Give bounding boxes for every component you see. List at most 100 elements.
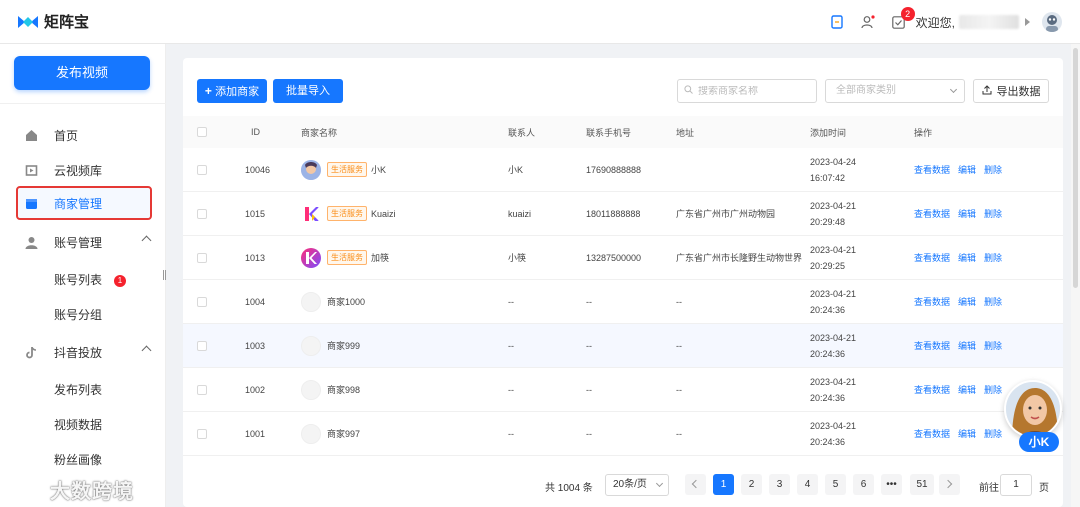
merchant-name-cell: 商家999 [301, 324, 360, 367]
page-number-button[interactable]: 1 [713, 474, 734, 495]
table-row[interactable]: 1001 商家997 -- -- -- 2023-04-21 20:24:36 查看数据 编辑删… [183, 412, 1063, 456]
add-merchant-button[interactable]: + 添加商家 [197, 79, 267, 103]
edit-link[interactable]: 编辑 [958, 207, 976, 220]
chevron-up-icon[interactable] [141, 235, 152, 246]
delete-link[interactable]: 删除 [984, 383, 1002, 396]
table-row[interactable]: 1015 生活服务 Kuaizi kuaizi 18011888888 广东省广州市广州动… [183, 192, 1063, 236]
page-number-button[interactable]: 51 [910, 474, 934, 495]
view-data-link[interactable]: 查看数据 [914, 427, 950, 440]
column-header-added-time: 添加时间 [810, 127, 847, 138]
edit-link[interactable]: 编辑 [958, 339, 976, 352]
column-header-contact: 联系人 [508, 127, 536, 138]
welcome-text: 欢迎您, [915, 15, 955, 30]
merchant-name: 加筷 [371, 253, 390, 263]
sidebar-item-home[interactable]: 首页 [16, 118, 152, 152]
view-data-link[interactable]: 查看数据 [914, 339, 950, 352]
category-tag: 生活服务 [327, 206, 367, 221]
sidebar-subitem-video-data[interactable]: 视频数据 [54, 416, 102, 434]
pagination-total: 共 1004 条 [545, 483, 593, 494]
sidebar-item-merchant-management[interactable]: 商家管理 [16, 186, 152, 220]
sidebar-resize-handle[interactable] [163, 270, 166, 280]
document-icon[interactable] [830, 15, 844, 29]
sidebar-subitem-account-list[interactable]: 账号列表 1 [54, 271, 127, 289]
table-row[interactable]: 1013 生活服务 加筷 小筷 13287500000 广东省广州市长隆野生动物世界 202… [183, 236, 1063, 280]
prev-page-button[interactable] [685, 474, 706, 495]
merchant-search-input[interactable] [698, 85, 808, 97]
view-data-link[interactable]: 查看数据 [914, 251, 950, 264]
sidebar-item-douyin-ads[interactable]: 抖音投放 [16, 335, 152, 369]
sidebar-subitem-account-group[interactable]: 账号分组 [54, 306, 102, 324]
view-data-link[interactable]: 查看数据 [914, 207, 950, 220]
page-number-button[interactable]: 6 [853, 474, 874, 495]
merchant-search-field[interactable] [677, 79, 817, 103]
table-row[interactable]: 1003 商家999 -- -- -- 2023-04-21 20:24:36 查看数据 编辑删… [183, 324, 1063, 368]
table-row[interactable]: 1004 商家1000 -- -- -- 2023-04-21 20:24:36 查看数据 编辑… [183, 280, 1063, 324]
edit-link[interactable]: 编辑 [958, 427, 976, 440]
page-size-select[interactable]: 20条/页 [605, 474, 669, 496]
edit-link[interactable]: 编辑 [958, 251, 976, 264]
row-checkbox[interactable] [197, 428, 207, 439]
table-row[interactable]: 10046 生活服务 小K 小K 17690888888 2023-04-24 16:07:… [183, 148, 1063, 192]
merchant-name-cell: 生活服务 Kuaizi [301, 192, 396, 235]
scrollbar-thumb[interactable] [1073, 48, 1078, 288]
row-checkbox[interactable] [197, 208, 207, 219]
merchant-category-select[interactable]: 全部商家类别 [825, 79, 965, 103]
added-date: 2023-04-21 [810, 200, 857, 211]
column-header-phone: 联系手机号 [586, 127, 632, 138]
row-checkbox[interactable] [197, 340, 207, 351]
view-data-link[interactable]: 查看数据 [914, 383, 950, 396]
sidebar-item-account-management[interactable]: 账号管理 [16, 225, 152, 259]
goto-page-input[interactable]: 1 [1000, 474, 1032, 496]
row-actions: 查看数据 编辑 删除 [914, 236, 1010, 279]
task-check-icon[interactable]: 2 [892, 7, 915, 29]
merchant-name-cell: 生活服务 小K [301, 148, 386, 191]
merchant-id: 1003 [245, 340, 266, 351]
batch-import-button[interactable]: 批量导入 [273, 79, 343, 103]
view-data-link[interactable]: 查看数据 [914, 295, 950, 308]
select-all-checkbox[interactable] [197, 127, 207, 137]
edit-link[interactable]: 编辑 [958, 163, 976, 176]
edit-link[interactable]: 编辑 [958, 383, 976, 396]
page-number-button[interactable]: 5 [825, 474, 846, 495]
user-avatar[interactable] [1042, 12, 1062, 32]
delete-link[interactable]: 删除 [984, 339, 1002, 352]
view-data-link[interactable]: 查看数据 [914, 163, 950, 176]
sidebar-subitem-fan-profile[interactable]: 粉丝画像 [54, 451, 102, 469]
row-checkbox[interactable] [197, 384, 207, 395]
merchant-added-time: 2023-04-21 20:24:36 [810, 412, 856, 455]
sidebar-divider [0, 103, 166, 104]
merchant-contact: 小K [508, 165, 524, 175]
merchant-phone: -- [586, 296, 592, 307]
row-checkbox[interactable] [197, 296, 207, 307]
delete-link[interactable]: 删除 [984, 163, 1002, 176]
row-checkbox[interactable] [197, 164, 207, 175]
added-clock: 20:24:36 [810, 436, 846, 447]
added-clock: 20:24:36 [810, 348, 846, 359]
merchant-name-cell: 商家998 [301, 368, 360, 411]
caret-right-icon[interactable] [1025, 18, 1030, 26]
chevron-left-icon [691, 479, 701, 489]
page-ellipsis[interactable]: ••• [881, 474, 902, 495]
sidebar-item-video-library[interactable]: 云视频库 [16, 153, 152, 187]
sidebar-subitem-publish-list[interactable]: 发布列表 [54, 381, 102, 399]
sidebar-subitem-label: 账号列表 [54, 273, 103, 287]
export-data-button[interactable]: 导出数据 [973, 79, 1049, 103]
chevron-up-icon[interactable] [141, 345, 152, 356]
delete-link[interactable]: 删除 [984, 251, 1002, 264]
user-alert-icon[interactable] [861, 15, 875, 29]
brand[interactable]: 矩阵宝 [18, 11, 89, 32]
assistant-widget[interactable]: 小K [1004, 380, 1064, 456]
delete-link[interactable]: 删除 [984, 207, 1002, 220]
delete-link[interactable]: 删除 [984, 295, 1002, 308]
delete-link[interactable]: 删除 [984, 427, 1002, 440]
publish-video-button[interactable]: 发布视频 [14, 56, 150, 90]
edit-link[interactable]: 编辑 [958, 295, 976, 308]
next-page-button[interactable] [939, 474, 960, 495]
page-number-button[interactable]: 4 [797, 474, 818, 495]
page-number-button[interactable]: 2 [741, 474, 762, 495]
page-scrollbar[interactable] [1071, 44, 1080, 507]
assistant-avatar[interactable] [1004, 380, 1062, 438]
table-row[interactable]: 1002 商家998 -- -- -- 2023-04-21 20:24:36 查看数据 编辑删… [183, 368, 1063, 412]
row-checkbox[interactable] [197, 252, 207, 263]
page-number-button[interactable]: 3 [769, 474, 790, 495]
